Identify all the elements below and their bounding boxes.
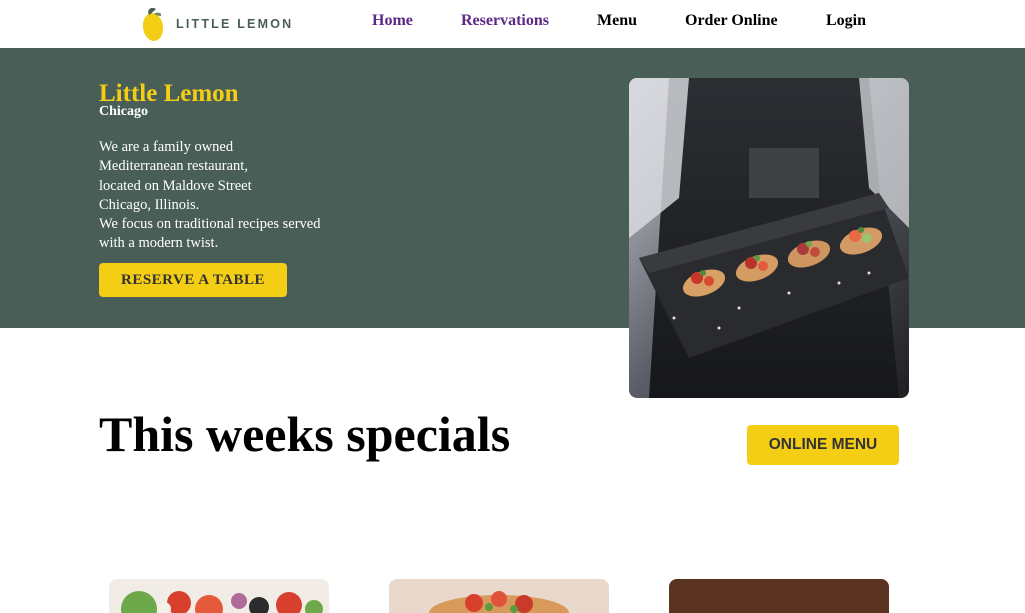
hero-description-line: We are a family owned (99, 139, 234, 155)
hero-description-line: We focus on traditional recipes served (99, 216, 321, 233)
hero-subtitle: Chicago (99, 104, 148, 119)
bruschetta-platter-photo-icon (629, 78, 909, 398)
lemon-dessert-photo-icon (669, 579, 889, 613)
greek-salad-photo-icon (109, 579, 329, 613)
special-card-image (389, 579, 609, 613)
hero-description-line: Chicago, Illinois. (99, 196, 200, 213)
hero-description-line: with a modern twist. (99, 235, 219, 252)
hero-description-line: located on Maldove Street (99, 177, 252, 194)
reserve-table-button[interactable]: RESERVE A TABLE (99, 263, 287, 297)
hero-description-line: Mediterranean restaurant, (99, 158, 248, 175)
site-header: LITTLE LEMON Home Reservations Menu Orde… (0, 0, 1025, 48)
hero-description: We are a family owned Mediterranean rest… (99, 138, 359, 254)
nav-order-online-link[interactable]: Order Online (685, 12, 778, 30)
lemon-logo-icon (142, 7, 164, 41)
nav-home-link[interactable]: Home (372, 12, 413, 30)
specials-title: This weeks specials (99, 406, 511, 462)
nav-reservations-link[interactable]: Reservations (461, 12, 549, 30)
logo[interactable]: LITTLE LEMON (140, 4, 293, 44)
special-card-image (669, 579, 889, 613)
bruschetta-photo-icon (389, 579, 609, 613)
online-menu-button[interactable]: ONLINE MENU (747, 425, 899, 465)
hero-photo (629, 78, 909, 398)
logo-text: LITTLE LEMON (176, 17, 294, 31)
nav-menu-link[interactable]: Menu (597, 12, 637, 30)
nav-login-link[interactable]: Login (826, 12, 866, 30)
special-card-image (109, 579, 329, 613)
